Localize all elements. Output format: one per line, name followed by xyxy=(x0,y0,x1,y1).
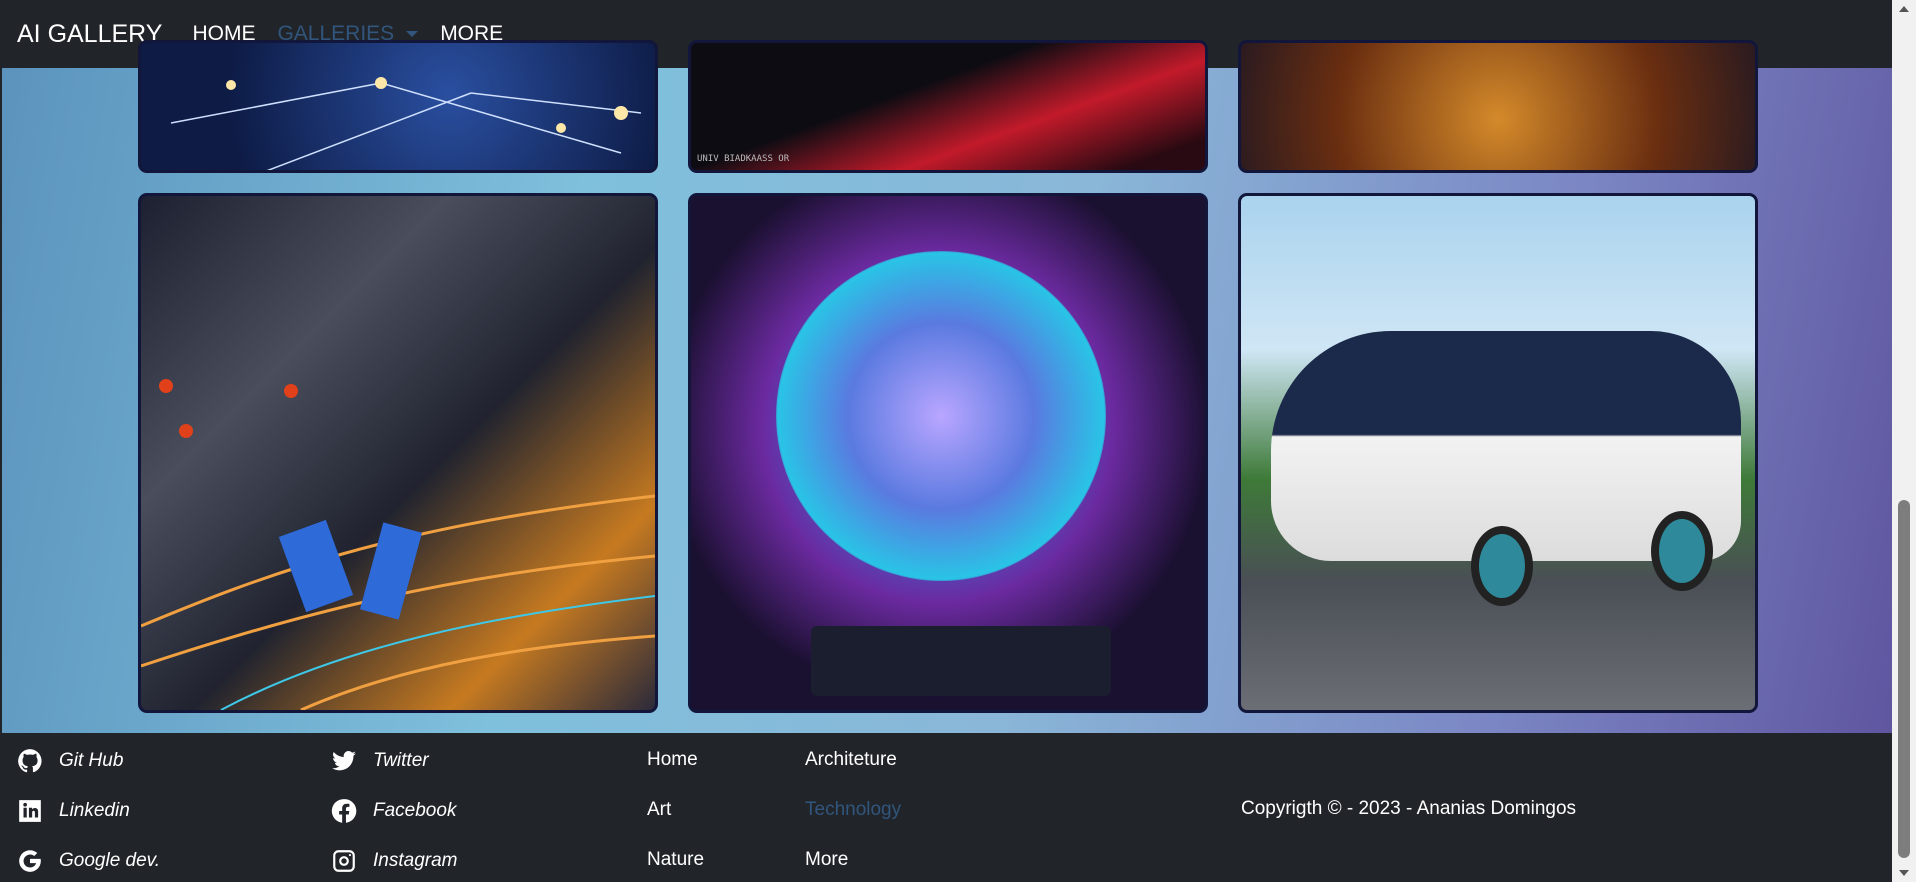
bus-wheel xyxy=(1471,526,1533,606)
twitter-icon xyxy=(332,751,356,771)
footer-twitter-link[interactable]: Twitter xyxy=(331,748,429,774)
footer-nature-link[interactable]: Nature xyxy=(647,849,704,871)
footer-google-link[interactable]: Google dev. xyxy=(17,848,160,874)
vertical-scrollbar[interactable] xyxy=(1892,0,1916,882)
gallery-image-red-trails[interactable]: UNIV BIADKAASS OR xyxy=(688,40,1208,173)
footer-instagram-link[interactable]: Instagram xyxy=(331,848,457,874)
footer-github-label: Git Hub xyxy=(59,750,124,771)
footer-instagram-label: Instagram xyxy=(373,850,458,871)
machine-wires-art xyxy=(141,379,655,710)
chevron-down-icon xyxy=(406,31,419,37)
footer-art-link[interactable]: Art xyxy=(647,799,671,821)
footer-github-link[interactable]: Git Hub xyxy=(17,748,123,774)
facebook-icon xyxy=(331,799,357,823)
gallery-image-network[interactable] xyxy=(138,40,658,173)
footer-architeture-link[interactable]: Architeture xyxy=(805,749,897,771)
footer-linkedin-label: Linkedin xyxy=(59,800,130,821)
google-icon xyxy=(19,850,41,872)
instagram-icon xyxy=(333,850,355,872)
scroll-up-arrow-icon[interactable] xyxy=(1899,6,1909,12)
footer-more-link[interactable]: More xyxy=(805,849,848,871)
footer-google-label: Google dev. xyxy=(59,850,161,871)
footer-technology-link[interactable]: Technology xyxy=(805,799,901,821)
orb-pedestal xyxy=(811,626,1111,696)
gallery-image-orb[interactable] xyxy=(688,193,1208,713)
scroll-down-arrow-icon[interactable] xyxy=(1899,870,1909,876)
scrollbar-thumb[interactable] xyxy=(1898,500,1910,858)
footer-home-link[interactable]: Home xyxy=(647,749,698,771)
footer: Git Hub Twitter Linkedin Facebook Google… xyxy=(0,733,1892,882)
linkedin-icon xyxy=(19,800,41,822)
footer-facebook-link[interactable]: Facebook xyxy=(331,798,456,824)
github-icon xyxy=(18,749,42,773)
network-lines-art xyxy=(170,77,642,170)
gallery-image-golden[interactable] xyxy=(1238,40,1758,173)
bus-wheel xyxy=(1651,511,1713,591)
footer-twitter-label: Twitter xyxy=(373,750,429,771)
copyright-text: Copyrigth © - 2023 - Ananias Domingos xyxy=(1241,798,1577,819)
glowing-orb-art xyxy=(776,251,1106,581)
gallery-image-bus[interactable] xyxy=(1238,193,1758,713)
image-watermark: UNIV BIADKAASS OR xyxy=(697,154,790,164)
footer-facebook-label: Facebook xyxy=(373,800,457,821)
footer-linkedin-link[interactable]: Linkedin xyxy=(17,798,130,824)
gallery-image-machine[interactable] xyxy=(138,193,658,713)
